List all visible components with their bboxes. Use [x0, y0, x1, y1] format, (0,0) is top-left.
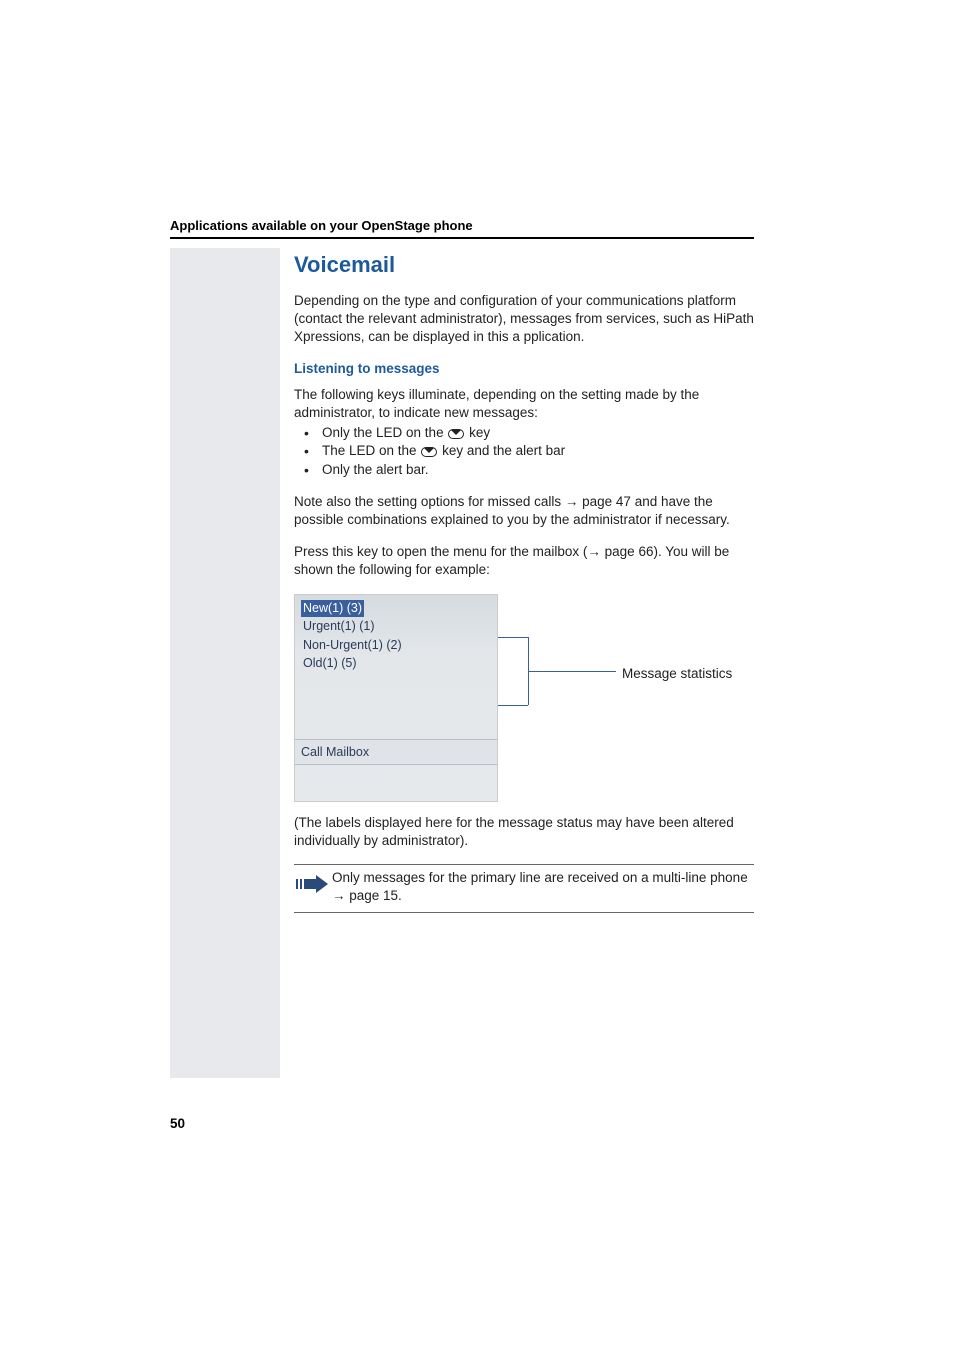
- bullet-text-pre: Only the LED on the: [322, 425, 447, 440]
- section-title: Voicemail: [294, 252, 754, 278]
- message-status-list: New(1) (3) Urgent(1) (1) Non-Urgent(1) (…: [295, 595, 497, 691]
- bracket-connector: [498, 623, 616, 703]
- screen-spacer: [295, 691, 497, 739]
- mail-icon: [448, 429, 464, 439]
- multiline-note: Only messages for the primary line are r…: [332, 869, 754, 905]
- mailbox-diagram: New(1) (3) Urgent(1) (1) Non-Urgent(1) (…: [294, 594, 754, 802]
- left-margin-bar: [170, 248, 280, 1078]
- arrow-icon: →: [587, 544, 601, 559]
- bullet-led-key: Only the LED on the key: [294, 424, 754, 442]
- message-statistics-label: Message statistics: [622, 666, 732, 681]
- labels-altered-note: (The labels displayed here for the messa…: [294, 814, 754, 850]
- missed-calls-note: Note also the setting options for missed…: [294, 493, 754, 529]
- bullet-alert-bar: Only the alert bar.: [294, 461, 754, 479]
- list-item-new: New(1) (3): [301, 599, 491, 617]
- bullet-led-key-alert: The LED on the key and the alert bar: [294, 442, 754, 460]
- screen-footer: [295, 765, 497, 801]
- action-row: Call Mailbox: [295, 739, 497, 765]
- mail-icon: [421, 447, 437, 457]
- list-item-non-urgent: Non-Urgent(1) (2): [301, 636, 491, 655]
- key-indicator-list: Only the LED on the key The LED on the k…: [294, 424, 754, 479]
- text-pre: Only messages for the primary line are r…: [332, 870, 748, 885]
- note-arrow-icon: [294, 871, 330, 895]
- call-mailbox-action: Call Mailbox: [301, 745, 369, 759]
- page-header: Applications available on your OpenStage…: [170, 218, 754, 239]
- intro-paragraph: Depending on the type and configuration …: [294, 292, 754, 347]
- text-post: page 15.: [346, 888, 402, 903]
- arrow-icon: →: [565, 494, 579, 509]
- text-pre: Press this key to open the menu for the …: [294, 544, 587, 559]
- bullet-text-post: key: [465, 425, 490, 440]
- list-item-urgent: Urgent(1) (1): [301, 617, 491, 636]
- running-title: Applications available on your OpenStage…: [170, 218, 754, 233]
- text-pre: Note also the setting options for missed…: [294, 494, 565, 509]
- phone-screen-mock: New(1) (3) Urgent(1) (1) Non-Urgent(1) (…: [294, 594, 498, 802]
- keys-intro: The following keys illuminate, depending…: [294, 386, 754, 422]
- note-box: Only messages for the primary line are r…: [294, 864, 754, 912]
- list-item-label: New(1) (3): [301, 600, 364, 617]
- header-rule: [170, 237, 754, 239]
- arrow-icon: →: [332, 888, 346, 903]
- main-content: Voicemail Depending on the type and conf…: [294, 252, 754, 913]
- bullet-text-pre: The LED on the: [322, 443, 420, 458]
- page-number: 50: [170, 1116, 185, 1131]
- press-key-para: Press this key to open the menu for the …: [294, 543, 754, 579]
- subheading-listening: Listening to messages: [294, 361, 754, 376]
- list-item-old: Old(1) (5): [301, 654, 491, 673]
- bullet-text-post: key and the alert bar: [438, 443, 565, 458]
